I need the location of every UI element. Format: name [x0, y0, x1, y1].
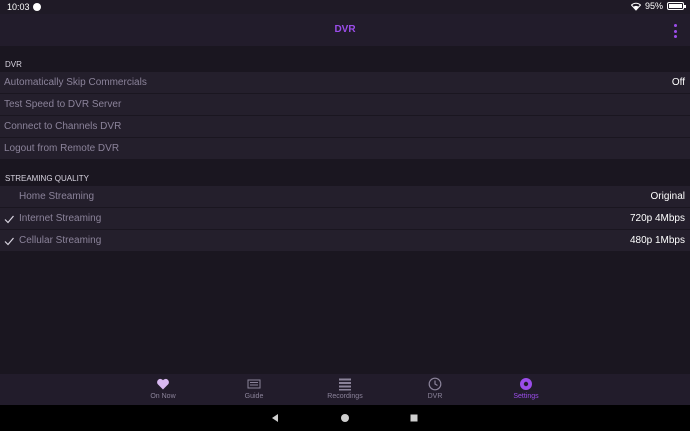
nav-dvr[interactable]: DVR	[395, 377, 475, 405]
page-title: DVR	[334, 24, 356, 35]
row-value: 720p 4Mbps	[629, 213, 685, 224]
row-label: Automatically Skip Commercials	[4, 77, 147, 88]
guide-icon	[247, 379, 261, 389]
status-bar: 10:03 95%	[0, 0, 690, 14]
status-time: 10:03	[7, 2, 30, 12]
cellular-streaming-row[interactable]: Cellular Streaming 480p 1Mbps	[0, 230, 690, 252]
gear-icon	[520, 378, 532, 390]
battery-icon	[667, 2, 686, 10]
clock-icon	[428, 377, 442, 391]
settings-list: DVR Automatically Skip Commercials Off T…	[0, 46, 690, 374]
row-value: Original	[650, 191, 685, 202]
nav-label: Settings	[513, 393, 539, 400]
section-header-streaming: STREAMING QUALITY	[5, 174, 90, 183]
checkmark-icon	[4, 237, 14, 246]
checkmark-icon	[4, 215, 14, 224]
skip-commercials-row[interactable]: Automatically Skip Commercials Off	[0, 72, 690, 94]
connect-dvr-row[interactable]: Connect to Channels DVR	[0, 116, 690, 138]
nav-label: On Now	[150, 393, 176, 400]
row-value: 480p 1Mbps	[629, 235, 685, 246]
back-icon[interactable]	[270, 413, 280, 423]
row-label: Test Speed to DVR Server	[4, 99, 122, 110]
row-label: Connect to Channels DVR	[4, 121, 122, 132]
row-label: Home Streaming	[19, 191, 95, 202]
battery-percent: 95%	[644, 1, 663, 11]
logout-remote-dvr-row[interactable]: Logout from Remote DVR	[0, 138, 690, 160]
notification-dot-icon	[33, 3, 41, 11]
system-nav-bar	[0, 405, 690, 431]
list-icon	[339, 378, 351, 391]
overflow-menu-icon[interactable]	[672, 24, 678, 38]
row-label: Logout from Remote DVR	[4, 143, 120, 154]
app-bar: DVR	[0, 14, 690, 46]
nav-label: Guide	[244, 393, 264, 400]
status-indicators: 95%	[630, 1, 686, 11]
nav-guide[interactable]: Guide	[214, 377, 294, 405]
home-streaming-row[interactable]: Home Streaming Original	[0, 186, 690, 208]
home-icon[interactable]	[340, 413, 350, 423]
test-speed-row[interactable]: Test Speed to DVR Server	[0, 94, 690, 116]
nav-settings[interactable]: Settings	[486, 377, 566, 405]
row-value: Off	[671, 77, 685, 88]
heart-icon	[157, 378, 169, 390]
nav-recordings[interactable]: Recordings	[305, 377, 385, 405]
nav-label: DVR	[427, 393, 443, 400]
nav-on-now[interactable]: On Now	[123, 377, 203, 405]
internet-streaming-row[interactable]: Internet Streaming 720p 4Mbps	[0, 208, 690, 230]
row-label: Cellular Streaming	[19, 235, 102, 246]
bottom-nav: On Now Guide Recordings DVR Settings	[0, 374, 690, 405]
nav-label: Recordings	[327, 393, 363, 400]
section-header-dvr: DVR	[5, 60, 22, 69]
row-label: Internet Streaming	[19, 213, 102, 224]
wifi-icon	[630, 2, 641, 11]
recents-icon[interactable]	[409, 413, 419, 423]
